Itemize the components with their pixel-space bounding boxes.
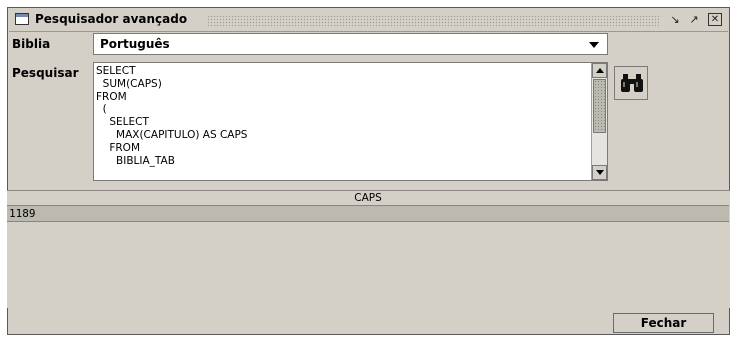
title-bar-texture — [207, 15, 659, 26]
table-cell[interactable]: 1189 — [9, 206, 36, 221]
bible-label: Biblia — [12, 37, 51, 51]
chevron-down-icon[interactable] — [589, 42, 599, 48]
window-icon — [15, 13, 29, 25]
scroll-up-icon[interactable] — [592, 63, 607, 78]
search-label: Pesquisar — [12, 66, 79, 80]
iconify-icon[interactable]: ↘ — [668, 13, 682, 26]
scroll-thumb[interactable] — [593, 79, 606, 133]
title-bar[interactable]: Pesquisador avançado ↘ ↗ ✕ — [9, 9, 728, 32]
binoculars-icon — [621, 74, 643, 92]
close-button[interactable]: Fechar — [613, 313, 714, 333]
close-icon[interactable]: ✕ — [708, 13, 722, 26]
query-textarea[interactable]: SELECT SUM(CAPS) FROM ( SELECT MAX(CAPIT… — [93, 62, 608, 181]
column-header[interactable]: CAPS — [7, 191, 729, 206]
search-button[interactable] — [614, 66, 648, 100]
query-text[interactable]: SELECT SUM(CAPS) FROM ( SELECT MAX(CAPIT… — [96, 65, 247, 167]
bible-selected-value: Português — [100, 37, 170, 51]
query-scrollbar[interactable] — [591, 63, 607, 180]
results-table: CAPS 1189 — [7, 190, 730, 308]
window-title: Pesquisador avançado — [35, 12, 192, 26]
maximize-icon[interactable]: ↗ — [687, 13, 701, 26]
scroll-down-icon[interactable] — [592, 165, 607, 180]
bible-select[interactable]: Português — [93, 33, 608, 55]
table-row[interactable]: 1189 — [7, 206, 729, 222]
